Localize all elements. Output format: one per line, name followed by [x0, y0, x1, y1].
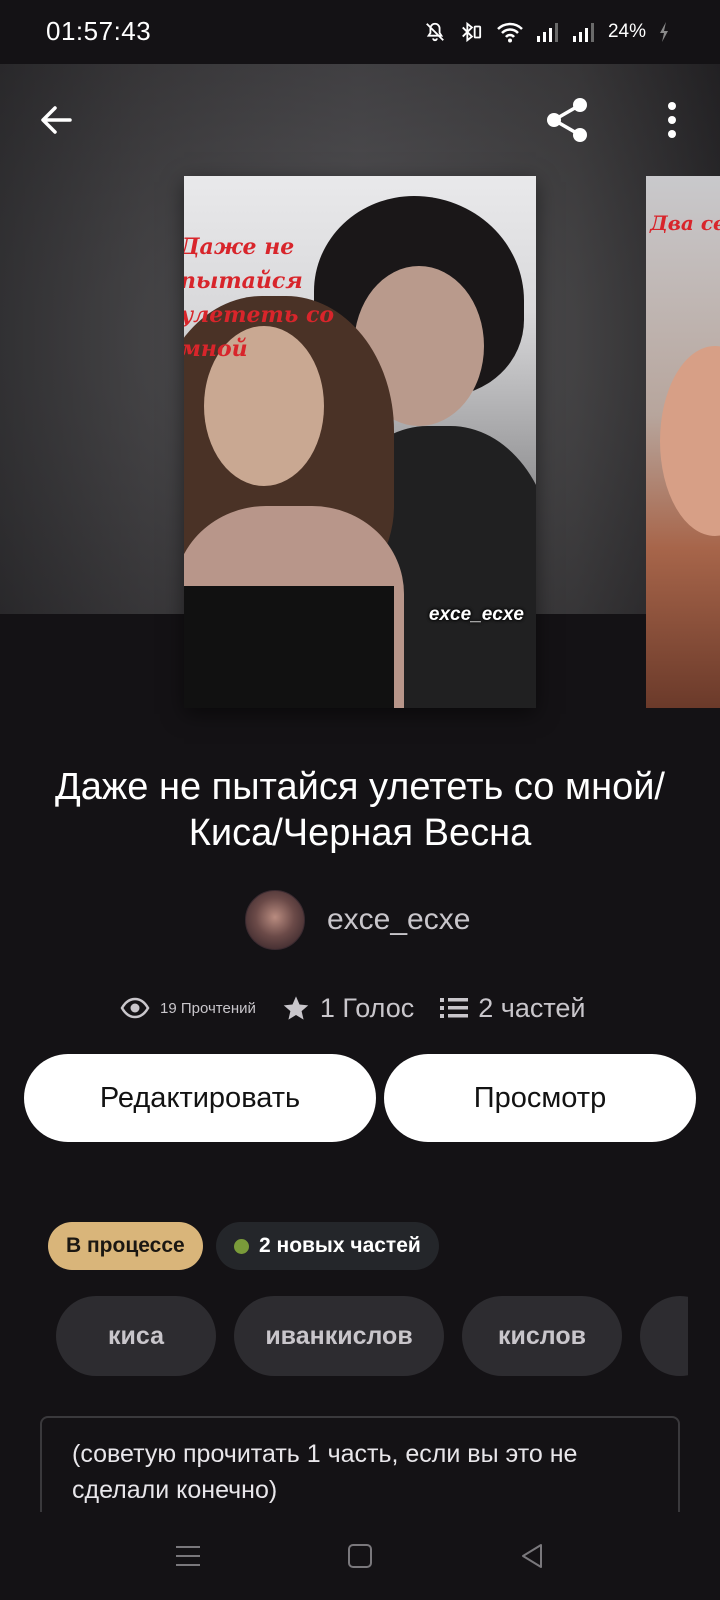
- share-button[interactable]: [536, 88, 600, 152]
- status-icons: 24%: [424, 18, 670, 46]
- reads-count: 19 Прочтений: [160, 999, 256, 1017]
- author-name[interactable]: exce_ecxe: [327, 903, 470, 937]
- back-button[interactable]: [24, 88, 88, 152]
- system-back-button[interactable]: [502, 1534, 562, 1578]
- new-parts-badge: 2 новых частей: [216, 1222, 439, 1270]
- home-square-icon: [348, 1544, 372, 1568]
- avatar[interactable]: [245, 890, 305, 950]
- more-vertical-icon: [668, 102, 676, 138]
- recent-apps-button[interactable]: [158, 1534, 218, 1578]
- signal-icon-2: [572, 23, 594, 42]
- tag-chip[interactable]: иванкислов: [234, 1296, 444, 1376]
- parts-stat: 2 частей: [440, 992, 586, 1024]
- preview-button[interactable]: Просмотр: [384, 1054, 696, 1142]
- author-link[interactable]: exce_ecxe: [245, 890, 470, 950]
- eye-icon: [120, 997, 150, 1019]
- cover-watermark: exce_ecxe: [428, 604, 524, 625]
- status-time: 01:57:43: [46, 16, 152, 46]
- votes-count: 1 Голос: [319, 992, 415, 1023]
- mute-icon: [426, 22, 444, 42]
- reads-stat: 19 Прочтений: [120, 997, 256, 1019]
- next-story-cover[interactable]: Два сердца т: [646, 176, 720, 708]
- story-title: Даже не пытайся улететь со мной/ Киса/Че…: [55, 766, 665, 854]
- star-icon: [283, 996, 309, 1020]
- story-stats: 19 Прочтений 1 Голос 2 частей: [120, 988, 586, 1028]
- cover-title-text: Даже не пытайся улететь со мной: [184, 234, 335, 362]
- menu-icon: [176, 1546, 200, 1566]
- status-badge: В процессе: [48, 1222, 203, 1270]
- share-icon: [547, 98, 587, 142]
- battery-charging-icon: [660, 22, 668, 42]
- wifi-icon: [497, 22, 523, 43]
- back-triangle-icon: [522, 1544, 542, 1568]
- tag-chip[interactable]: киса: [56, 1296, 216, 1376]
- next-cover-text: Два сердца т: [650, 211, 720, 235]
- story-cover[interactable]: Даже не пытайся улететь со мной exce_ecx…: [184, 176, 536, 708]
- new-indicator-dot: [234, 1238, 249, 1254]
- back-arrow-icon: [41, 106, 72, 134]
- battery-percent: 24%: [607, 21, 646, 42]
- home-button[interactable]: [330, 1534, 390, 1578]
- tag-chip[interactable]: [640, 1296, 688, 1376]
- edit-button[interactable]: Редактировать: [24, 1054, 376, 1142]
- tag-chip[interactable]: кислов: [462, 1296, 622, 1376]
- list-icon: [440, 998, 469, 1018]
- tags-row[interactable]: киса иванкислов кислов: [56, 1296, 688, 1376]
- status-bar: 01:57:43 24%: [0, 0, 720, 64]
- bluetooth-icon: [462, 21, 482, 43]
- votes-stat: 1 Голос: [282, 993, 414, 1024]
- signal-icon: [536, 23, 558, 42]
- system-nav-bar: [0, 1512, 720, 1600]
- story-description: (советую прочитать 1 часть, если вы это …: [40, 1416, 680, 1512]
- more-options-button[interactable]: [640, 88, 704, 152]
- parts-count: 2 частей: [478, 992, 586, 1023]
- new-parts-label: 2 новых частей: [259, 1234, 421, 1257]
